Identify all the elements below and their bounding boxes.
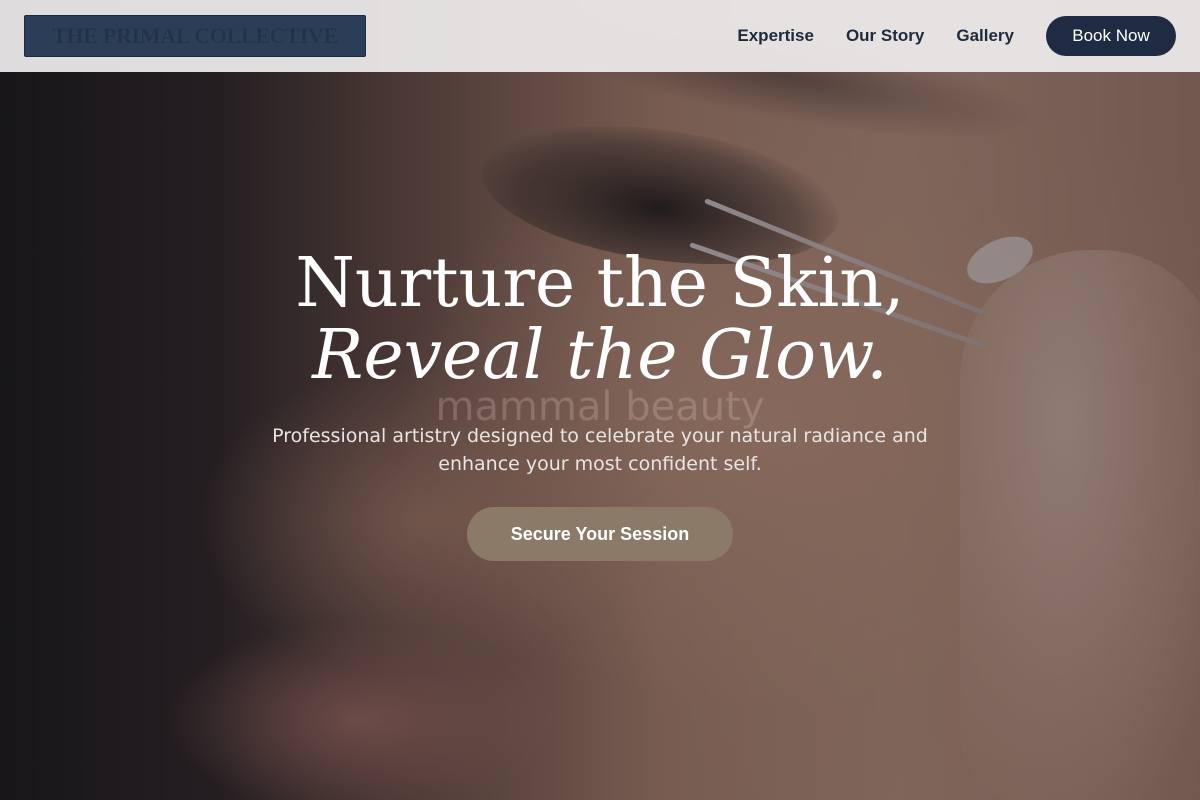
hero-subtext: Professional artistry designed to celebr… <box>272 425 928 475</box>
nav-link-expertise[interactable]: Expertise <box>737 26 814 46</box>
site-logo[interactable]: THE PRIMAL COLLECTIVE <box>24 15 366 57</box>
nav-link-our-story[interactable]: Our Story <box>846 26 924 46</box>
book-now-button[interactable]: Book Now <box>1046 16 1176 56</box>
main-nav: Expertise Our Story Gallery Book Now <box>737 16 1176 56</box>
hero-headline-line2: Reveal the Glow. <box>312 316 888 395</box>
nav-link-gallery[interactable]: Gallery <box>956 26 1014 46</box>
hero-headline: Nurture the Skin, Reveal the Glow. <box>0 248 1200 392</box>
top-navbar: THE PRIMAL COLLECTIVE Expertise Our Stor… <box>0 0 1200 72</box>
hero-content: Nurture the Skin, Reveal the Glow. mamma… <box>0 248 1200 561</box>
hero-headline-line1: Nurture the Skin, <box>295 244 905 323</box>
secure-session-button[interactable]: Secure Your Session <box>467 507 733 561</box>
